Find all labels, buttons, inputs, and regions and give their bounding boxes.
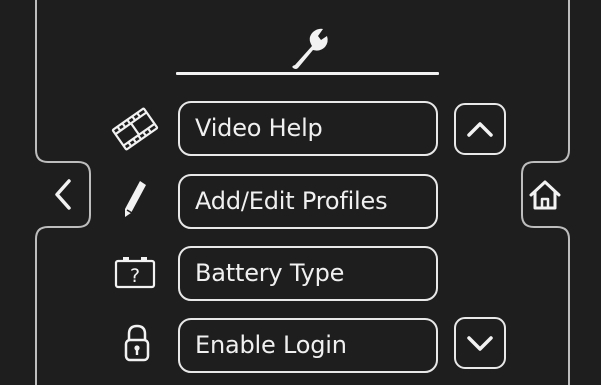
padlock-icon: [124, 324, 150, 362]
video-help-button[interactable]: Video Help: [178, 101, 438, 156]
chevron-down-icon: [467, 336, 493, 351]
film-icon: [111, 107, 159, 151]
home-button[interactable]: [523, 163, 568, 226]
scroll-up-button[interactable]: [454, 103, 506, 155]
settings-screen: Video Help Add/Edit Profiles ? Battery T…: [0, 0, 601, 385]
battery-question-icon: ?: [114, 257, 156, 289]
wrench-icon: [292, 28, 328, 69]
home-icon: [529, 180, 561, 210]
enable-login-button[interactable]: Enable Login: [178, 318, 438, 373]
header-divider: [176, 72, 439, 75]
svg-text:?: ?: [130, 265, 140, 287]
back-button[interactable]: [37, 163, 89, 226]
chevron-left-icon: [55, 179, 71, 210]
chevron-up-icon: [467, 122, 493, 137]
battery-type-button[interactable]: Battery Type: [178, 246, 438, 301]
scroll-down-button[interactable]: [454, 317, 506, 369]
pencil-icon: [125, 181, 146, 217]
add-edit-profiles-button[interactable]: Add/Edit Profiles: [178, 174, 438, 229]
